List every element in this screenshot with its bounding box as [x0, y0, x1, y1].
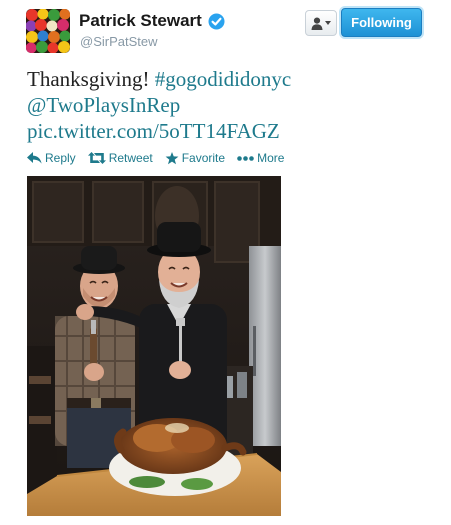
- tweet-text: Thanksgiving! #gogodididonyc @TwoPlaysIn…: [27, 66, 437, 144]
- retweet-icon: [87, 152, 106, 164]
- following-button[interactable]: Following: [341, 8, 422, 37]
- retweet-label[interactable]: Retweet: [109, 151, 153, 165]
- chevron-down-icon: [325, 21, 331, 25]
- user-icon: [311, 17, 323, 30]
- hashtag-link[interactable]: #gogodididonyc: [155, 67, 292, 91]
- avatar[interactable]: [26, 9, 70, 53]
- reply-label[interactable]: Reply: [45, 151, 76, 165]
- user-actions-dropdown[interactable]: [305, 10, 337, 36]
- reply-arrow-icon: [27, 152, 42, 164]
- mention-link[interactable]: @TwoPlaysInRep: [27, 93, 180, 117]
- display-name[interactable]: Patrick Stewart: [79, 11, 225, 31]
- more-action[interactable]: More: [237, 151, 284, 165]
- reply-action[interactable]: Reply: [27, 151, 76, 165]
- retweet-action[interactable]: Retweet: [87, 151, 153, 165]
- ellipsis-icon: [237, 155, 254, 161]
- more-label[interactable]: More: [257, 151, 284, 165]
- user-handle[interactable]: @SirPatStew: [80, 34, 158, 49]
- tweet-photo[interactable]: [27, 176, 281, 516]
- favorite-action[interactable]: Favorite: [165, 151, 225, 165]
- tweet-card: Patrick Stewart @SirPatStew Following Th…: [0, 0, 451, 525]
- star-icon: [165, 151, 179, 164]
- display-name-text[interactable]: Patrick Stewart: [79, 11, 202, 31]
- verified-badge-icon: [208, 13, 225, 30]
- media-link[interactable]: pic.twitter.com/5oTT14FAGZ: [27, 119, 280, 143]
- favorite-label[interactable]: Favorite: [182, 151, 225, 165]
- tweet-actions: Reply Retweet Favorite More: [27, 151, 296, 165]
- tweet-text-plain: Thanksgiving!: [27, 67, 155, 91]
